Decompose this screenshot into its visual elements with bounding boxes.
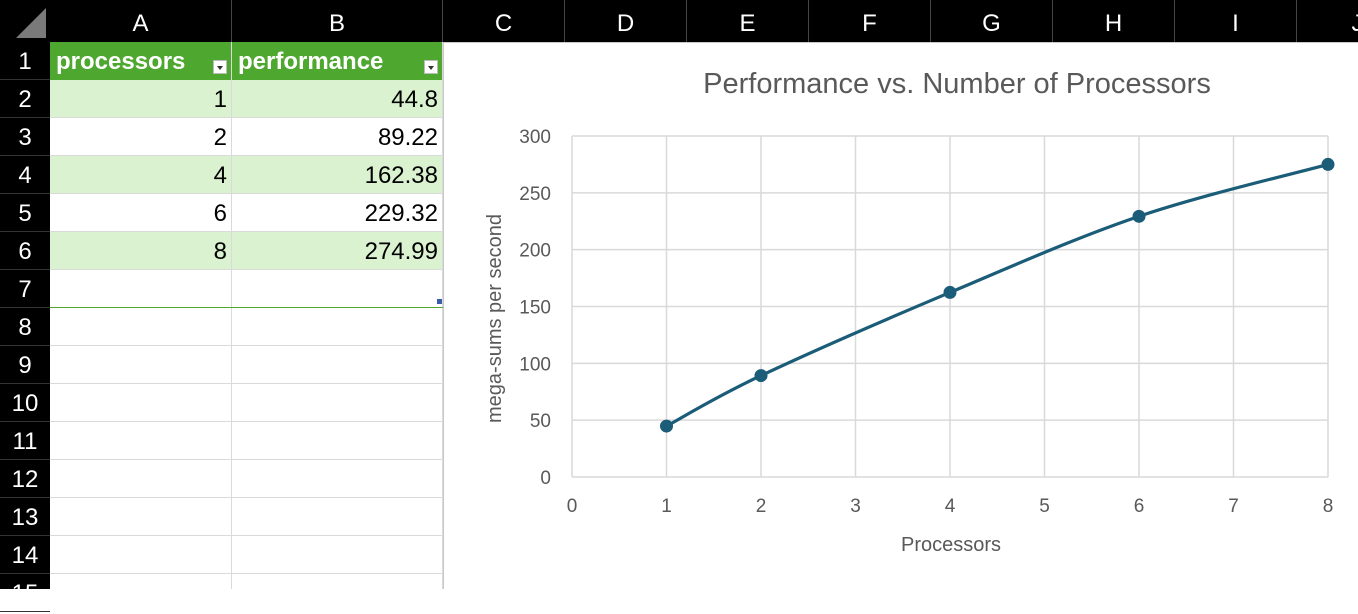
table-header-performance[interactable]: performance [232, 42, 442, 80]
column-header-e[interactable]: E [687, 0, 809, 42]
data-point-marker [754, 369, 768, 383]
x-tick-label: 6 [1134, 496, 1145, 517]
table-cell-processors[interactable]: 1 [50, 80, 231, 117]
y-tick-label: 200 [519, 241, 551, 262]
table-cell-performance[interactable]: 274.99 [232, 232, 442, 269]
x-tick-label: 3 [850, 496, 861, 517]
data-point-marker [1321, 157, 1335, 171]
column-header-d[interactable]: D [565, 0, 687, 42]
row-header-7[interactable]: 7 [0, 270, 50, 308]
y-axis-title: mega-sums per second [484, 214, 506, 423]
column-header-c[interactable]: C [443, 0, 565, 42]
x-tick-label: 7 [1228, 496, 1239, 517]
row-header-6[interactable]: 6 [0, 232, 50, 270]
row-header-4[interactable]: 4 [0, 156, 50, 194]
data-point-marker [943, 285, 957, 299]
y-tick-label: 100 [519, 354, 551, 375]
y-tick-label: 150 [519, 298, 551, 319]
x-axis-title: Processors [901, 534, 1001, 556]
chart-svg: Performance vs. Number of Processors0501… [484, 68, 1335, 556]
table-resize-handle[interactable] [437, 299, 442, 304]
row-header-9[interactable]: 9 [0, 346, 50, 384]
grid-line-horizontal [50, 383, 443, 384]
table-cell-processors[interactable]: 2 [50, 118, 231, 155]
x-tick-label: 0 [567, 496, 578, 517]
table-header-label: performance [238, 48, 384, 75]
table-header-label: processors [56, 48, 186, 75]
grid-line-horizontal [50, 497, 443, 498]
row-header-10[interactable]: 10 [0, 384, 50, 422]
table-cell-processors[interactable]: 6 [50, 194, 231, 231]
row-header-5[interactable]: 5 [0, 194, 50, 232]
column-header-j[interactable]: J [1297, 0, 1358, 42]
table-cell-performance[interactable]: 89.22 [232, 118, 442, 155]
x-tick-label: 8 [1323, 496, 1334, 517]
column-header-b[interactable]: B [232, 0, 443, 42]
select-all-corner[interactable] [0, 0, 50, 42]
row-header-12[interactable]: 12 [0, 460, 50, 498]
chart[interactable]: Performance vs. Number of Processors 0 50 1… [443, 42, 1358, 589]
y-tick-label: 50 [530, 411, 551, 432]
column-header-i[interactable]: I [1175, 0, 1297, 42]
row-header-3[interactable]: 3 [0, 118, 50, 156]
column-header-h[interactable]: H [1053, 0, 1175, 42]
table-cell-performance[interactable]: 162.38 [232, 156, 442, 193]
grid-line-horizontal [50, 535, 443, 536]
x-tick-label: 1 [661, 496, 672, 517]
row-headers: 1 2 3 4 5 6 7 8 9 10 11 12 13 14 15 [0, 42, 50, 612]
table-cell-processors[interactable]: 8 [50, 232, 231, 269]
x-tick-label: 5 [1039, 496, 1050, 517]
data-point-marker [1132, 209, 1146, 223]
series-line [665, 162, 1329, 428]
grid-line-horizontal [50, 269, 443, 270]
column-headers: ABCDEFGHIJ [50, 0, 1358, 42]
grid-line-horizontal [50, 573, 443, 574]
table-cell-processors[interactable]: 4 [50, 156, 231, 193]
column-header-a[interactable]: A [50, 0, 232, 42]
row-header-11[interactable]: 11 [0, 422, 50, 460]
grid-line-horizontal [50, 459, 443, 460]
grid-line-horizontal [50, 421, 443, 422]
y-tick-label: 0 [540, 468, 551, 489]
x-tick-label: 4 [945, 496, 956, 517]
table-cell-performance[interactable]: 44.8 [232, 80, 442, 117]
table-cell-performance[interactable]: 229.32 [232, 194, 442, 231]
grid-line-horizontal [50, 345, 443, 346]
y-tick-label: 250 [519, 184, 551, 205]
chart-title: Performance vs. Number of Processors [703, 68, 1211, 100]
column-header-g[interactable]: G [931, 0, 1053, 42]
x-tick-label: 2 [756, 496, 767, 517]
row-header-8[interactable]: 8 [0, 308, 50, 346]
row-header-15[interactable]: 15 [0, 574, 50, 612]
y-tick-label: 300 [519, 127, 551, 148]
data-point-marker [660, 419, 673, 433]
table-bottom-border [50, 307, 443, 308]
filter-dropdown-button[interactable] [424, 60, 438, 74]
row-header-14[interactable]: 14 [0, 536, 50, 574]
filter-dropdown-button[interactable] [213, 60, 227, 74]
column-header-f[interactable]: F [809, 0, 931, 42]
row-header-13[interactable]: 13 [0, 498, 50, 536]
row-header-1[interactable]: 1 [0, 42, 50, 80]
row-header-2[interactable]: 2 [0, 80, 50, 118]
table-header-processors[interactable]: processors [50, 42, 231, 80]
